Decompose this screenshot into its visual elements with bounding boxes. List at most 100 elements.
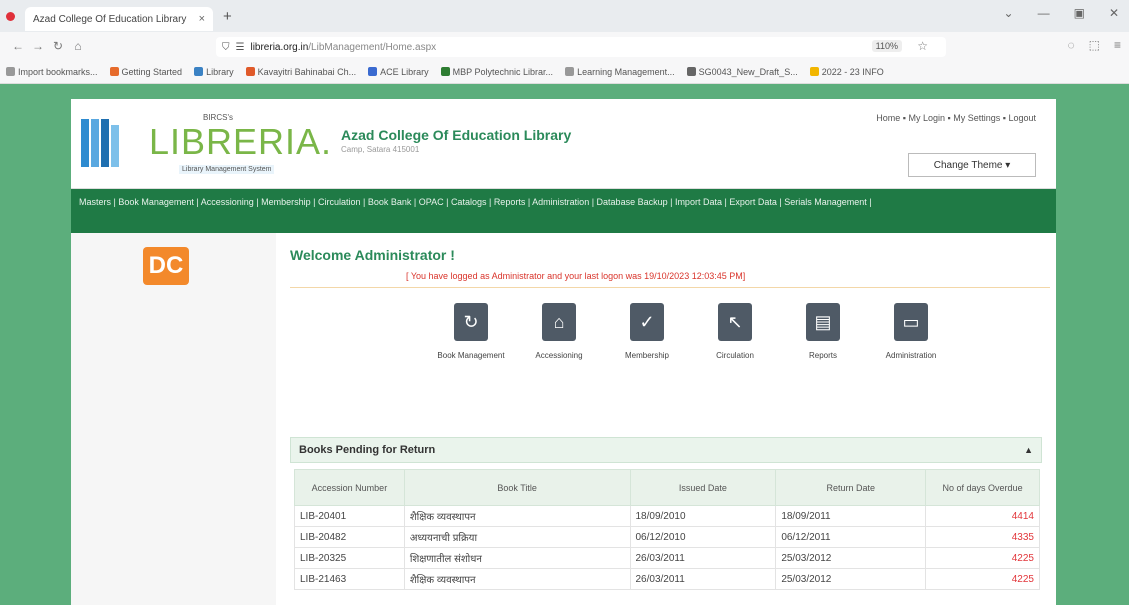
bookmark-item[interactable]: SG0043_New_Draft_S... (686, 66, 798, 77)
maximize-icon[interactable]: ▣ (1074, 6, 1085, 20)
module-shortcut[interactable]: ↻ Book Management (432, 303, 510, 361)
bookmark-item[interactable]: Kavayitri Bahinabai Ch... (245, 66, 357, 77)
bookmark-item[interactable]: Library (194, 67, 234, 77)
minimize-icon[interactable]: — (1038, 6, 1050, 20)
menu-item[interactable]: Import Data (675, 197, 722, 207)
table-header-row: Accession Number Book Title Issued Date … (294, 469, 1040, 506)
bookmark-label: Library (206, 66, 234, 77)
close-icon[interactable]: ✕ (1109, 6, 1119, 20)
module-shortcut[interactable]: ⌂ Accessioning (520, 303, 598, 361)
collapse-icon[interactable]: ▲ (1024, 445, 1033, 455)
reload-icon[interactable]: ↻ (48, 39, 68, 53)
table-cell: LIB-20482 (294, 526, 405, 548)
menu-item[interactable]: Book Bank (368, 197, 412, 207)
menu-item[interactable]: Catalogs (451, 197, 487, 207)
bookmark-label: SG0043_New_Draft_S... (698, 66, 798, 77)
bookmark-label: Getting Started (121, 66, 183, 77)
panel-header[interactable]: Books Pending for Return ▲ (290, 437, 1042, 463)
welcome-heading: Welcome Administrator ! (290, 247, 455, 263)
back-icon[interactable]: ← (8, 39, 28, 53)
col-days-overdue: No of days Overdue (925, 469, 1040, 506)
table-row[interactable]: LIB-21463 शैक्षिक व्यवस्थापन 26/03/2011 25/… (294, 568, 1040, 590)
module-label: Accessioning (535, 351, 583, 360)
table-cell: 06/12/2011 (775, 526, 927, 548)
menu-item[interactable]: Administration (532, 197, 589, 207)
college-name: Azad College Of Education Library (341, 127, 572, 143)
menu-item[interactable]: Accessioning (201, 197, 254, 207)
menu-icon[interactable]: ≡ (1114, 38, 1121, 52)
library-page: BIRCS's LIBRERIA. Library Management Sys… (71, 99, 1056, 605)
window-icon[interactable]: ▭ (894, 303, 928, 341)
record-dot-icon (6, 11, 15, 21)
my-login-link[interactable]: My Login (909, 113, 946, 123)
table-cell: 4225 (925, 547, 1040, 569)
menu-item[interactable]: Book Management (118, 197, 194, 207)
module-shortcut[interactable]: ▤ Reports (784, 303, 862, 361)
col-issued-date: Issued Date (629, 469, 777, 506)
bookmark-favicon-icon (109, 67, 119, 76)
bookmark-item[interactable]: MBP Polytechnic Librar... (440, 66, 554, 77)
module-shortcut[interactable]: ↖ Circulation (696, 303, 774, 361)
menu-separator: | (667, 197, 675, 207)
bookmark-item[interactable]: Import bookmarks... (6, 67, 98, 77)
bookmark-item[interactable]: ACE Library (368, 67, 429, 77)
bookmark-item[interactable]: Getting Started (109, 66, 183, 77)
menu-item[interactable]: Circulation (318, 197, 361, 207)
address-bar[interactable]: ⛉ ☰ libreria.org.in/LibManagement/Home.a… (216, 37, 946, 57)
menu-item[interactable]: Masters (79, 197, 111, 207)
new-tab-button[interactable]: + (223, 8, 232, 25)
logo-wordmark: LIBRERIA. (149, 121, 333, 162)
pocket-icon[interactable]: ◌ (1068, 38, 1075, 52)
zoom-level[interactable]: 110% (871, 40, 902, 52)
module-shortcuts: ↻ Book Management ⌂ Accessioning ✓ Membership… (432, 303, 950, 361)
document-icon[interactable]: ▤ (806, 303, 840, 341)
my-settings-link[interactable]: My Settings (953, 113, 1000, 123)
logo-tagline: Library Management System (179, 165, 275, 174)
star-icon[interactable]: ☆ (917, 39, 928, 53)
module-shortcut[interactable]: ▭ Administration (872, 303, 950, 361)
tab-close-icon[interactable]: × (199, 13, 205, 25)
table-row[interactable]: LIB-20482 अध्ययनाची प्रक्रिया 06/12/2010 06… (294, 526, 1040, 548)
menu-item[interactable]: Membership (261, 197, 311, 207)
table-row[interactable]: LIB-20401 शैक्षिक व्यवस्थापन 18/09/2010 18/… (294, 505, 1040, 527)
chevron-down-icon[interactable]: ⌄ (1004, 6, 1014, 20)
home-icon[interactable]: ⌂ (542, 303, 576, 341)
menu-item[interactable]: Serials Management (784, 197, 867, 207)
menu-item[interactable]: OPAC (419, 197, 444, 207)
bookmark-label: Kavayitri Bahinabai Ch... (257, 66, 357, 77)
home-icon[interactable]: ⌂ (68, 39, 88, 53)
pending-returns-table: Accession Number Book Title Issued Date … (294, 469, 1040, 590)
menu-separator: | (411, 197, 419, 207)
menu-item[interactable]: Database Backup (597, 197, 668, 207)
bookmark-label: ACE Library (380, 66, 429, 77)
bookmark-item[interactable]: Learning Management... (565, 67, 675, 77)
bookmark-label: MBP Polytechnic Librar... (452, 66, 554, 77)
module-label: Membership (624, 351, 669, 360)
table-cell: 25/03/2012 (775, 568, 927, 590)
module-shortcut[interactable]: ✓ Membership (608, 303, 686, 361)
table-cell: 4335 (925, 526, 1040, 548)
col-accession-number: Accession Number (294, 469, 405, 506)
table-cell: 4414 (925, 505, 1040, 527)
logout-link[interactable]: Logout (1008, 113, 1036, 123)
change-theme-button[interactable]: Change Theme ▾ (908, 153, 1036, 177)
bookmark-label: Import bookmarks... (18, 66, 98, 77)
menu-item[interactable]: Export Data (729, 197, 777, 207)
book-icon[interactable]: ↻ (454, 303, 488, 341)
check-icon[interactable]: ✓ (630, 303, 664, 341)
extensions-icon[interactable]: ⬚ (1089, 38, 1100, 52)
home-link[interactable]: Home (876, 113, 900, 123)
module-label: Reports (808, 351, 837, 360)
pointer-icon[interactable]: ↖ (718, 303, 752, 341)
col-book-title: Book Title (403, 469, 631, 506)
forward-icon[interactable]: → (28, 39, 48, 53)
browser-tab[interactable]: Azad College Of Education Library × (25, 7, 213, 31)
menu-item[interactable]: Reports (494, 197, 526, 207)
bookmark-favicon-icon (368, 67, 378, 76)
libreria-logo[interactable]: BIRCS's LIBRERIA. Library Management Sys… (81, 109, 331, 181)
table-row[interactable]: LIB-20325 शिक्षणातील संशोधन 26/03/2011 25/0… (294, 547, 1040, 569)
table-cell: LIB-20401 (294, 505, 405, 527)
bookmark-item[interactable]: 2022 - 23 INFO (809, 67, 884, 77)
table-cell: 26/03/2011 (629, 568, 777, 590)
bookmark-favicon-icon (194, 67, 204, 76)
